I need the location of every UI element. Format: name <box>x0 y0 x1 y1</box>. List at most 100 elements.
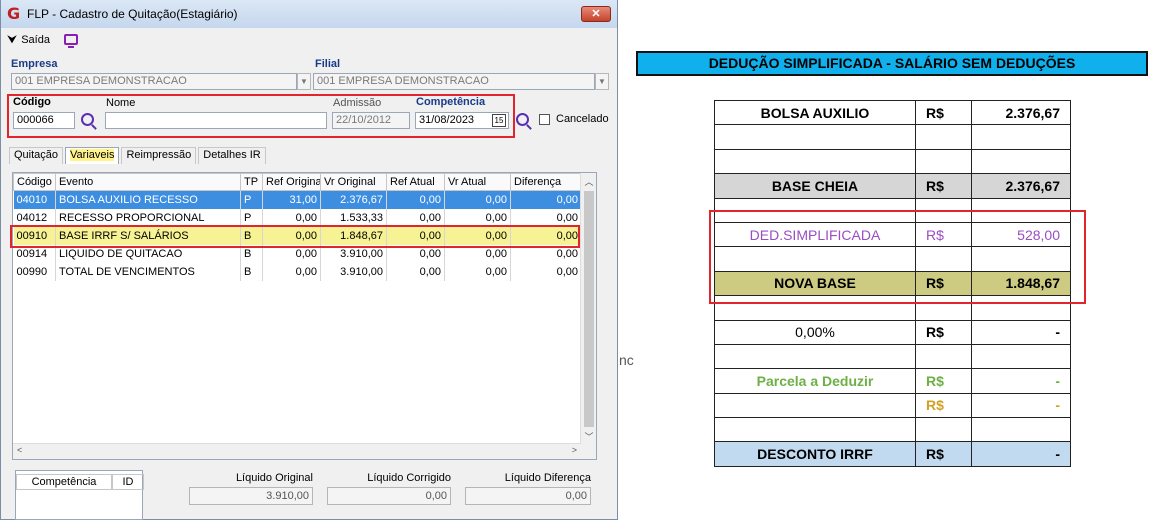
cancelado-checkbox[interactable] <box>539 114 550 125</box>
row-label: DESCONTO IRRF <box>714 441 916 467</box>
cancelado-label: Cancelado <box>556 113 609 125</box>
row-label <box>714 417 916 443</box>
cell: 0,00 <box>386 208 445 227</box>
table-row[interactable]: 04012 RECESSO PROPORCIONAL P 0,00 1.533,… <box>13 208 582 227</box>
row-value <box>971 417 1071 443</box>
cell: 0,00 <box>510 208 582 227</box>
row-currency: R$ <box>915 99 972 126</box>
col-header[interactable]: Diferença <box>510 173 582 191</box>
row-value: - <box>971 392 1071 419</box>
exit-label[interactable]: Saída <box>21 34 50 46</box>
competencia-mini-grid[interactable]: Competência ID <box>15 470 144 520</box>
liquido-diferenca-label: Líquido Diferença <box>504 472 591 484</box>
cell: 0,00 <box>510 262 582 281</box>
tab-label: Reimpressão <box>126 149 192 161</box>
scroll-left-icon[interactable]: < <box>17 445 22 455</box>
cell: RECESSO PROPORCIONAL <box>55 208 241 227</box>
liquido-original-field: 3.910,00 <box>189 487 313 505</box>
cell: 04010 <box>13 190 56 209</box>
liquido-corrigido-label: Líquido Corrigido <box>367 472 451 484</box>
events-grid[interactable]: Código Evento TP Ref Original Vr Origina… <box>12 172 597 460</box>
col-header[interactable]: Evento <box>55 173 241 191</box>
clipped-text: nc <box>619 352 634 368</box>
row-currency <box>915 124 972 150</box>
cell: TOTAL DE VENCIMENTOS <box>55 262 241 281</box>
window-title: FLP - Cadastro de Quitação(Estagiário) <box>27 7 238 21</box>
row-label: Parcela a Deduzir <box>714 368 916 394</box>
exit-arrow-icon[interactable]: ⮟ <box>7 32 17 47</box>
row-value <box>971 343 1071 370</box>
table-row: BASE CHEIA R$ 2.376,67 <box>714 173 1071 199</box>
scroll-thumb[interactable] <box>584 191 594 427</box>
row-label <box>714 343 916 370</box>
table-row: BOLSA AUXILIO R$ 2.376,67 <box>714 99 1071 126</box>
col-header[interactable]: Competência <box>16 474 112 490</box>
tab-reimpressao[interactable]: Reimpressão <box>121 147 197 164</box>
tab-detalhes-ir[interactable]: Detalhes IR <box>198 147 266 164</box>
scroll-right-icon[interactable]: > <box>572 445 577 455</box>
table-row <box>714 417 1071 443</box>
col-header[interactable]: Ref Original <box>262 173 321 191</box>
cell: 0,00 <box>510 190 582 209</box>
monitor-icon[interactable] <box>63 34 78 48</box>
tab-label: Quitação <box>14 149 59 161</box>
cell: BOLSA AUXILIO RECESSO <box>55 190 241 209</box>
tab-quitacao[interactable]: Quitação <box>9 147 64 164</box>
title-bar: G FLP - Cadastro de Quitação(Estagiário)… <box>1 0 617 28</box>
row-value: - <box>971 319 1071 345</box>
row-label <box>714 124 916 150</box>
col-header[interactable]: Vr Atual <box>444 173 511 191</box>
highlight-box-row <box>10 225 580 248</box>
search-competencia-icon[interactable] <box>516 113 529 126</box>
empresa-field[interactable]: 001 EMPRESA DEMONSTRACAO <box>11 73 297 90</box>
app-window: G FLP - Cadastro de Quitação(Estagiário)… <box>0 0 618 520</box>
row-currency <box>915 343 972 370</box>
horizontal-scrollbar[interactable]: < > <box>13 443 581 459</box>
highlight-box-header <box>7 94 515 138</box>
row-label: 0,00% <box>714 319 916 345</box>
row-value <box>971 148 1071 175</box>
row-value: - <box>971 368 1071 394</box>
table-row <box>714 124 1071 150</box>
row-currency: R$ <box>915 441 972 467</box>
liquido-original-label: Líquido Original <box>235 472 313 484</box>
row-currency: R$ <box>915 319 972 345</box>
row-value: 2.376,67 <box>971 99 1071 126</box>
table-row: Parcela a Deduzir R$ - <box>714 368 1071 394</box>
row-currency: R$ <box>915 392 972 419</box>
vertical-scrollbar[interactable]: ︿ ﹀ <box>580 173 596 459</box>
table-row <box>714 343 1071 370</box>
filial-dropdown-icon[interactable]: ▼ <box>595 73 609 90</box>
cell: 00990 <box>13 262 56 281</box>
sheet-title: DEDUÇÃO SIMPLIFICADA - SALÁRIO SEM DEDUÇ… <box>636 51 1148 76</box>
app-logo-icon: G <box>7 4 21 23</box>
table-row[interactable]: 04010 BOLSA AUXILIO RECESSO P 31,00 2.37… <box>13 190 582 209</box>
tab-variaveis[interactable]: Variaveis <box>65 147 120 164</box>
tab-strip: Quitação Variaveis Reimpressão Detalhes … <box>9 147 268 164</box>
table-row <box>714 148 1071 175</box>
col-header[interactable]: Ref Atual <box>386 173 445 191</box>
scroll-down-icon[interactable]: ﹀ <box>581 430 596 443</box>
table-row: DESCONTO IRRF R$ - <box>714 441 1071 467</box>
cell: 1.533,33 <box>320 208 387 227</box>
scroll-up-icon[interactable]: ︿ <box>581 175 596 188</box>
cell: 04012 <box>13 208 56 227</box>
empresa-dropdown-icon[interactable]: ▼ <box>297 73 311 90</box>
col-header[interactable]: TP <box>240 173 263 191</box>
col-header[interactable]: Vr Original <box>320 173 387 191</box>
cell: P <box>240 208 263 227</box>
liquido-corrigido-field: 0,00 <box>327 487 451 505</box>
row-label <box>714 392 916 419</box>
table-row: 0,00% R$ - <box>714 319 1071 345</box>
liquido-diferenca-field: 0,00 <box>465 487 591 505</box>
col-header[interactable]: Código <box>13 173 56 191</box>
cell: 31,00 <box>262 190 321 209</box>
cell: 3.910,00 <box>320 262 387 281</box>
cell: 0,00 <box>386 262 445 281</box>
col-header[interactable]: ID <box>112 474 144 490</box>
close-button[interactable]: ✕ <box>581 6 611 22</box>
filial-field[interactable]: 001 EMPRESA DEMONSTRACAO <box>313 73 595 90</box>
row-currency: R$ <box>915 368 972 394</box>
cell: 0,00 <box>444 190 511 209</box>
table-row[interactable]: 00990 TOTAL DE VENCIMENTOS B 0,00 3.910,… <box>13 262 582 281</box>
